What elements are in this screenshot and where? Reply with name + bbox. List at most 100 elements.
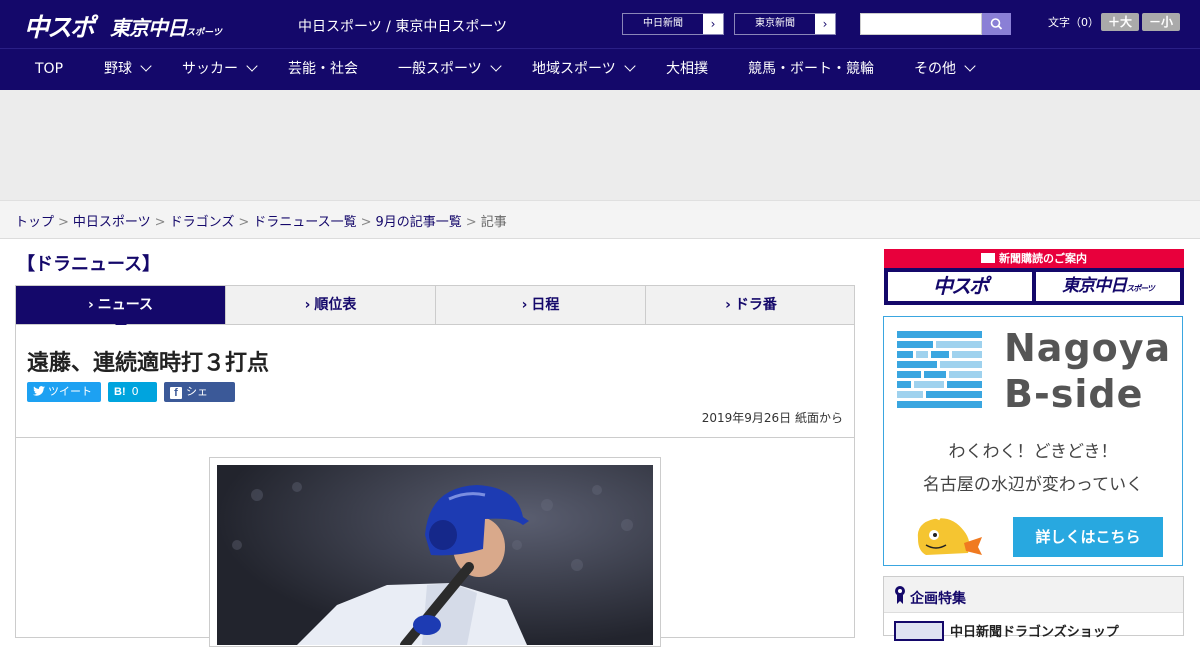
subscription-chuspo-logo[interactable]: 中スポ <box>888 272 1032 301</box>
tokyo-chunichi-logo[interactable]: 東京中日スポーツ <box>110 12 222 41</box>
breadcrumb-separator: > <box>58 215 69 230</box>
tokyo-shimbun-label: 東京新聞 <box>735 14 815 34</box>
main-nav: TOP 野球 サッカー 芸能・社会 一般スポーツ 地域スポーツ 大相撲 競馬・ボ… <box>0 48 1200 90</box>
tab-news[interactable]: › ニュース <box>16 286 226 330</box>
facebook-share-button[interactable]: f シェア 1 <box>164 382 235 418</box>
hatena-count: 0 <box>131 385 139 398</box>
award-ribbon-icon <box>895 586 905 604</box>
tokyo-shimbun-link[interactable]: 東京新聞 › <box>734 13 836 35</box>
text-size-increase-button[interactable]: ＋大 <box>1101 13 1139 31</box>
photo-frame <box>209 457 661 647</box>
bside-details-button[interactable]: 詳しくはこちら <box>1013 517 1163 557</box>
feature-item-dragons-shop[interactable]: 中日新聞ドラゴンズショップ <box>950 621 1119 640</box>
subscription-banner[interactable]: 新聞購読のご案内 中スポ 東京中日スポーツ <box>884 249 1184 305</box>
nav-item-sumo[interactable]: 大相撲 <box>666 49 708 90</box>
nav-item-top[interactable]: TOP <box>35 49 63 90</box>
text-size-decrease-button[interactable]: －小 <box>1142 13 1180 31</box>
nav-item-label: 競馬・ボート・競輪 <box>748 61 874 77</box>
bside-catch-line2: 名古屋の水辺が変わっていく <box>922 475 1144 495</box>
subscription-tokyo-chunichi-small: スポーツ <box>1126 284 1155 293</box>
twitter-bird-icon <box>33 386 45 396</box>
breadcrumb-separator: > <box>154 215 166 230</box>
chevron-down-icon <box>140 60 152 72</box>
article-photo-area <box>15 438 855 647</box>
nav-item-label: 地域スポーツ <box>532 61 616 77</box>
search-icon <box>990 18 1003 30</box>
tab-label: ニュース <box>97 297 154 313</box>
tab-label: 日程 <box>531 297 560 313</box>
bside-catch-line1: わくわく！どきどき！ <box>948 442 1118 462</box>
breadcrumb-current: 記事 <box>480 215 507 230</box>
chevron-right-icon: › <box>815 14 835 34</box>
hatena-icon: B! <box>114 386 126 398</box>
breadcrumb: トップ > 中日スポーツ > ドラゴンズ > ドラニュース一覧 >9月の記事一覧 > 記事 <box>15 211 507 230</box>
tweet-button[interactable]: ツイート <box>27 382 101 402</box>
article-photo <box>217 465 653 645</box>
breadcrumb-link-dora-news[interactable]: ドラニュース一覧 <box>253 215 356 230</box>
nav-item-soccer[interactable]: サッカー <box>182 49 258 90</box>
subscription-tokyo-chunichi-logo[interactable]: 東京中日スポーツ <box>1036 272 1180 301</box>
batter-photo-illustration <box>217 465 653 645</box>
bside-title-line1: Nagoya <box>1004 326 1172 370</box>
tab-label: 順位表 <box>314 297 357 313</box>
fried-shrimp-mascot-icon <box>917 514 982 555</box>
search-button[interactable] <box>982 13 1011 35</box>
chevron-right-icon: › <box>725 297 731 313</box>
search-input[interactable] <box>860 13 982 35</box>
tweet-label: ツイート <box>48 385 92 398</box>
feature-list-title: 企画特集 <box>910 591 966 607</box>
nav-item-label: サッカー <box>182 61 238 77</box>
newspaper-icon <box>981 253 995 263</box>
tab-standings[interactable]: › 順位表 <box>226 286 436 324</box>
nav-item-general-sports[interactable]: 一般スポーツ <box>398 49 502 90</box>
tab-label: ドラ番 <box>734 297 777 313</box>
facebook-share-count: 1 <box>184 405 192 418</box>
chuspo-logo[interactable]: 中スポ <box>24 8 95 44</box>
tokyo-chunichi-logo-text: 東京中日 <box>110 16 187 40</box>
nav-item-other[interactable]: その他 <box>914 49 976 90</box>
chevron-down-icon <box>246 60 258 72</box>
tokyo-chunichi-logo-small: スポーツ <box>186 28 222 38</box>
breadcrumb-link-top[interactable]: トップ <box>15 215 54 230</box>
breadcrumb-separator: > <box>465 215 477 230</box>
nav-item-label: 野球 <box>104 61 132 77</box>
site-title: 中日スポーツ / 東京中日スポーツ <box>298 19 508 35</box>
hatena-bookmark-button[interactable]: B! 0 <box>108 382 157 402</box>
chevron-down-icon <box>624 60 636 72</box>
chunichi-shimbun-label: 中日新聞 <box>623 14 703 34</box>
section-tabs: › ニュース › 順位表 › 日程 › ドラ番 <box>15 285 856 330</box>
chevron-right-icon: › <box>703 14 723 34</box>
article-title: 遠藤、連続適時打３打点 <box>27 351 270 376</box>
breadcrumb-link-september[interactable]: 9月の記事一覧 <box>376 215 462 230</box>
feature-list: 企画特集 中日新聞ドラゴンズショップ <box>883 576 1184 641</box>
breadcrumb-separator: > <box>238 215 250 230</box>
article-date: 2019年9月26日 紙面から <box>701 411 843 425</box>
breadcrumb-link-dragons[interactable]: ドラゴンズ <box>170 215 235 230</box>
ad-banner-area <box>0 90 1200 200</box>
nav-item-baseball[interactable]: 野球 <box>104 49 152 90</box>
chevron-right-icon: › <box>87 297 94 313</box>
nav-item-label: その他 <box>914 61 956 77</box>
nav-item-label: TOP <box>35 61 64 77</box>
breadcrumb-link-chunichi-sports[interactable]: 中日スポーツ <box>73 215 151 230</box>
nav-item-entertainment[interactable]: 芸能・社会 <box>288 49 358 90</box>
breadcrumb-bar: トップ > 中日スポーツ > ドラゴンズ > ドラニュース一覧 >9月の記事一覧 > 記事 <box>0 200 1200 239</box>
dragons-shop-thumbnail[interactable] <box>894 621 944 641</box>
chevron-right-icon: › <box>521 297 528 313</box>
bside-title: Nagoya B-side <box>1004 325 1171 417</box>
tab-dora-ban[interactable]: › ドラ番 <box>646 286 856 324</box>
nav-item-local-sports[interactable]: 地域スポーツ <box>532 49 636 90</box>
tab-schedule[interactable]: › 日程 <box>436 286 646 324</box>
chunichi-shimbun-link[interactable]: 中日新聞 › <box>622 13 724 35</box>
nagoya-bside-ad[interactable]: Nagoya B-side わくわく！どきどき！ 名古屋の水辺が変わっていく 詳… <box>883 316 1183 566</box>
text-size-label: 文字（0） <box>1048 16 1099 29</box>
subscription-heading: 新聞購読のご案内 <box>884 249 1184 268</box>
chevron-right-icon: › <box>304 297 311 313</box>
breadcrumb-separator: > <box>360 215 372 230</box>
nav-item-label: 一般スポーツ <box>398 61 482 77</box>
chevron-down-icon <box>490 60 502 72</box>
nav-item-racing[interactable]: 競馬・ボート・競輪 <box>748 49 874 90</box>
chevron-down-icon <box>964 60 976 72</box>
section-title: 【ドラニュース】 <box>17 254 161 275</box>
nav-item-label: 大相撲 <box>666 61 708 77</box>
